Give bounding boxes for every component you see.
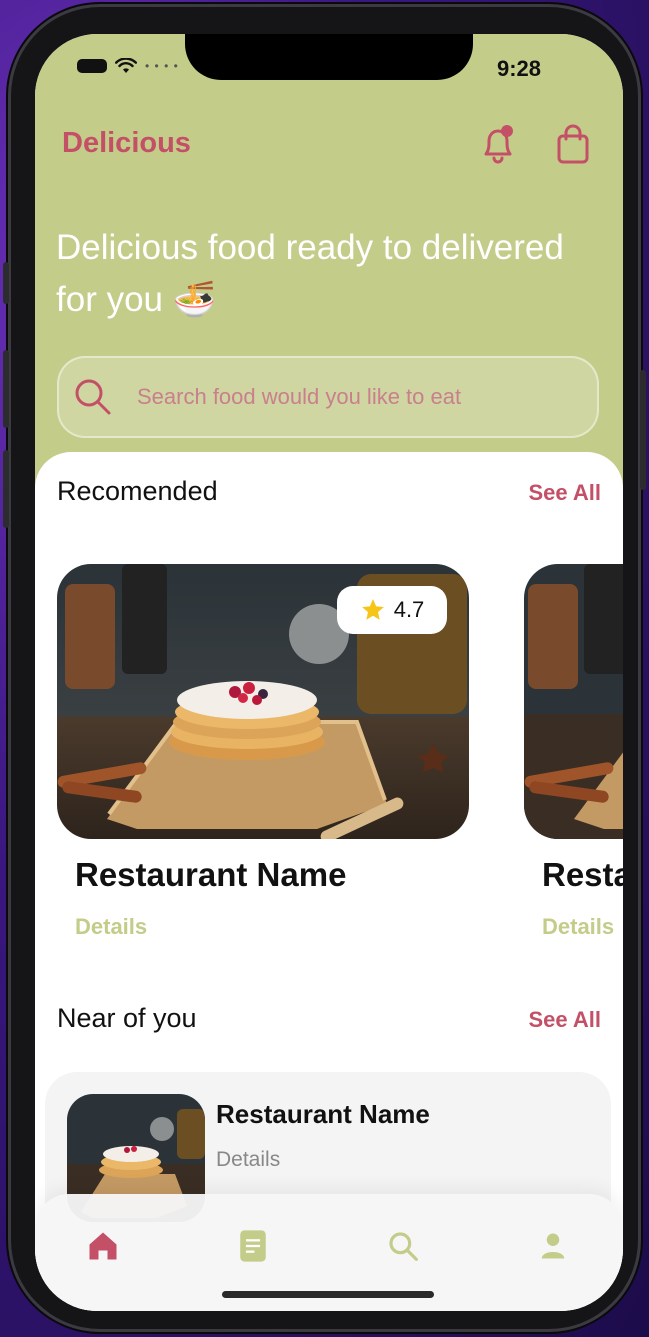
restaurant-card[interactable]: Resta Details — [524, 564, 623, 939]
hero-headline: Delicious food ready to delivered for yo… — [56, 222, 616, 326]
notch — [185, 34, 473, 80]
bell-icon — [484, 125, 513, 164]
recommended-see-all-link[interactable]: See All — [528, 480, 601, 506]
near-restaurant-name: Restaurant Name — [216, 1099, 430, 1129]
tab-home[interactable] — [83, 1226, 123, 1266]
shopping-bag-icon — [557, 124, 589, 164]
wifi-icon — [115, 58, 137, 73]
hero-title-line2: for you 🍜 — [56, 280, 217, 319]
star-icon — [361, 599, 384, 620]
recommended-title: Recomended — [57, 476, 218, 506]
search-bar[interactable] — [57, 356, 599, 438]
search-input[interactable] — [135, 383, 559, 411]
rating-badge: 4.7 — [337, 586, 447, 634]
user-icon — [541, 1233, 565, 1259]
notification-button[interactable] — [478, 122, 518, 166]
brand-title: Delicious — [62, 127, 191, 159]
battery-icon — [77, 59, 107, 73]
restaurant-details-link[interactable]: Details — [542, 914, 614, 940]
rating-value: 4.7 — [393, 597, 425, 622]
near-see-all-link[interactable]: See All — [528, 1007, 601, 1033]
restaurant-details-link[interactable]: Details — [75, 914, 147, 940]
status-time: 9:28 — [497, 56, 542, 81]
power-button — [640, 370, 646, 490]
search-icon — [75, 379, 111, 415]
restaurant-card[interactable]: 4.7 Restaurant Name Details — [57, 564, 469, 939]
mute-switch — [3, 262, 9, 304]
tab-profile[interactable] — [533, 1226, 573, 1266]
pancake-photo — [524, 564, 623, 839]
near-restaurant-details: Details — [216, 1148, 281, 1171]
home-indicator[interactable] — [222, 1291, 434, 1298]
signal-icon: • • • • — [145, 59, 179, 73]
restaurant-name: Restaurant Name — [75, 856, 347, 893]
volume-down-button — [3, 450, 9, 528]
restaurant-name: Resta — [542, 856, 623, 893]
volume-up-button — [3, 350, 9, 428]
search-icon — [389, 1232, 418, 1261]
home-icon — [89, 1232, 117, 1260]
document-icon — [240, 1230, 266, 1262]
hero-section: • • • • 9:28 Delicious Delicious food re… — [35, 34, 623, 504]
near-title: Near of you — [57, 1003, 197, 1033]
tab-search[interactable] — [383, 1226, 423, 1266]
status-indicators: • • • • — [77, 58, 179, 74]
food-image: 4.7 — [57, 564, 469, 839]
app-screen: • • • • 9:28 Delicious Delicious food re… — [35, 34, 623, 1311]
tab-orders[interactable] — [233, 1226, 273, 1266]
cart-button[interactable] — [553, 122, 593, 166]
hero-title-line1: Delicious food ready to delivered — [56, 228, 564, 267]
food-image — [524, 564, 623, 839]
